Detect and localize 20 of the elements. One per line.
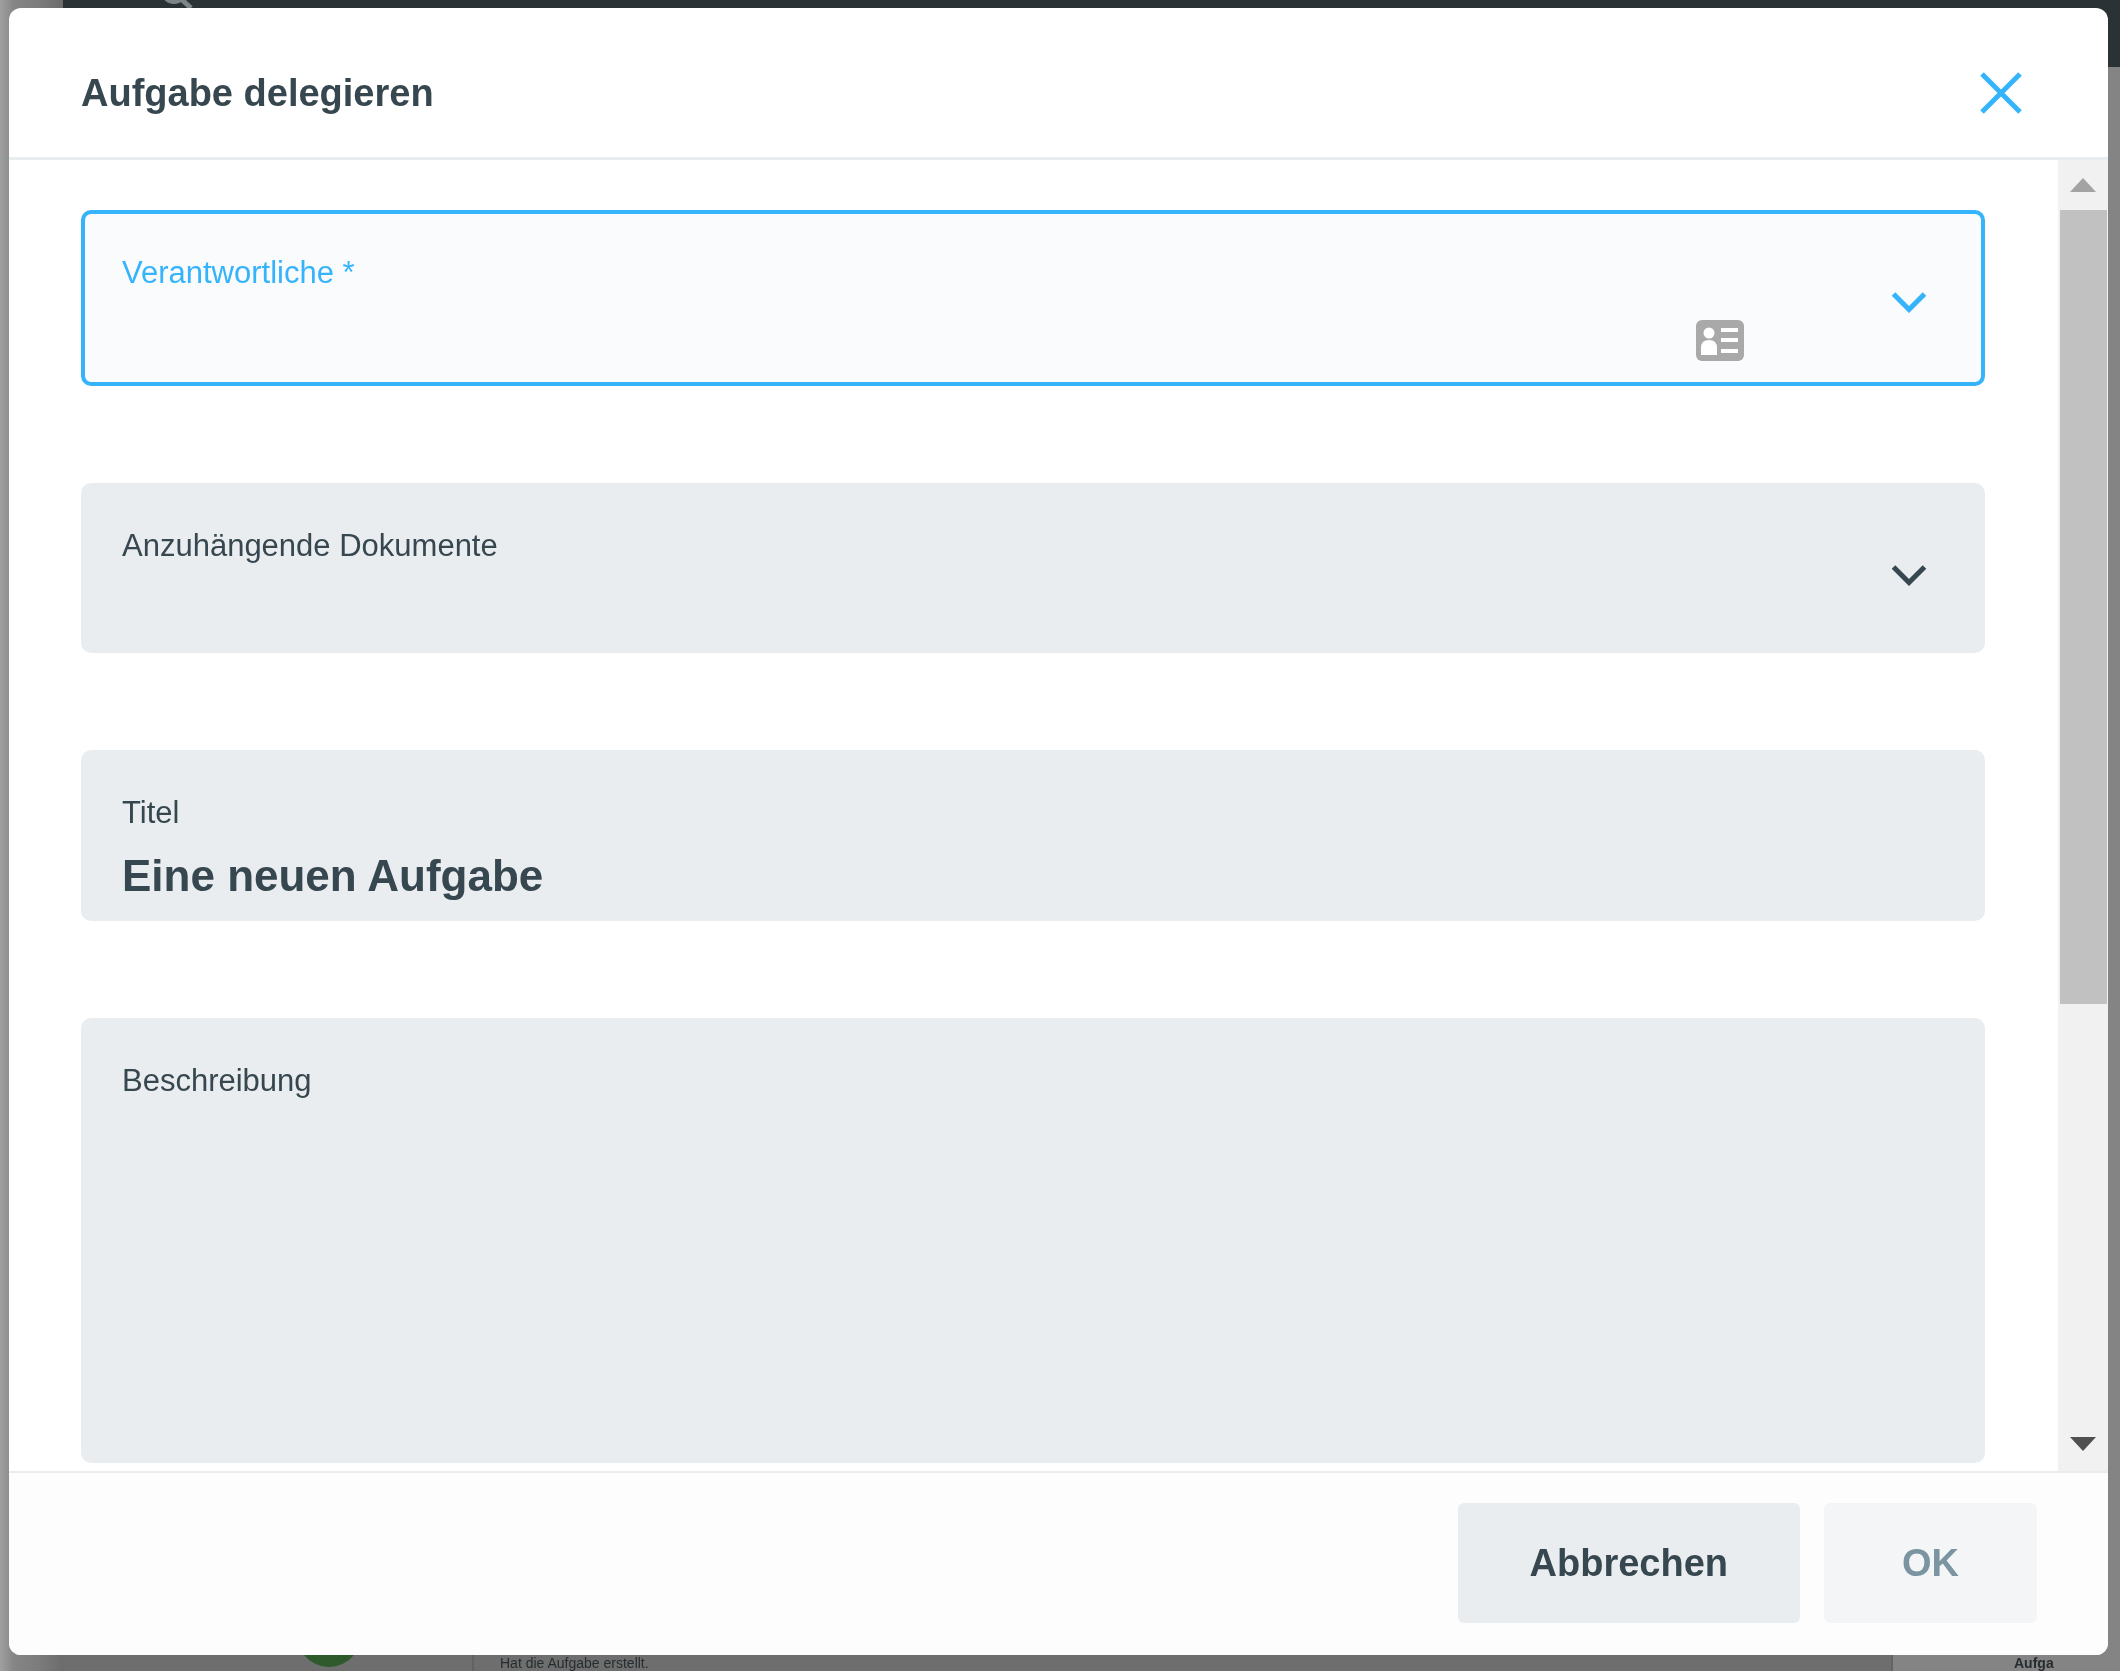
- scroll-down-icon[interactable]: [2070, 1437, 2096, 1451]
- dialog-title: Aufgabe delegieren: [81, 70, 434, 116]
- panel-heading: Aufga: [2014, 1655, 2054, 1671]
- chevron-down-icon[interactable]: [1891, 564, 1927, 586]
- field-label: Verantwortliche *: [122, 255, 355, 291]
- scrollbar-thumb[interactable]: [2060, 210, 2107, 1004]
- text-field[interactable]: Titel Eine neuen Aufgabe: [81, 750, 1985, 921]
- textarea-field[interactable]: Beschreibung: [81, 1018, 1985, 1463]
- avatar-icon: [304, 1655, 354, 1667]
- field-label: Anzuhängende Dokumente: [122, 528, 498, 564]
- scrollbar[interactable]: [2058, 160, 2108, 1471]
- close-icon: [1980, 71, 2022, 114]
- field-label: Beschreibung: [122, 1063, 312, 1099]
- scroll-up-icon[interactable]: [2070, 178, 2096, 192]
- cancel-button[interactable]: Abbrechen: [1457, 1503, 1800, 1623]
- contact-card-icon[interactable]: [1696, 320, 1744, 361]
- field-value: Eine neuen Aufgabe: [122, 850, 544, 901]
- activity-text: Hat die Aufgabe erstellt.: [500, 1655, 649, 1671]
- field-label: Titel: [122, 795, 180, 831]
- select-field[interactable]: Anzuhängende Dokumente: [81, 483, 1985, 653]
